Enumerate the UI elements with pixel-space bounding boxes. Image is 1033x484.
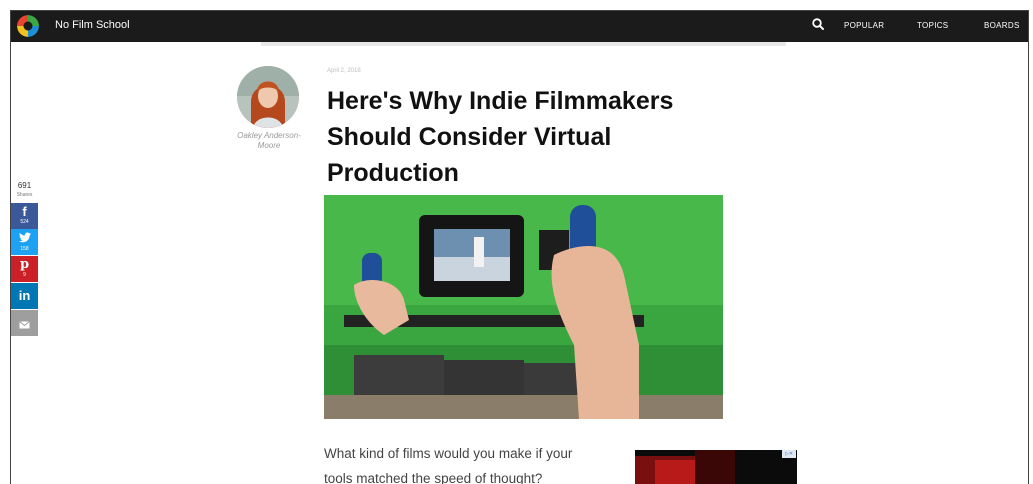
pinterest-share-count: 9	[23, 272, 26, 278]
subheader-strip	[261, 42, 786, 46]
facebook-share-button[interactable]: f 524	[11, 203, 38, 229]
article-body: What kind of films would you make if you…	[324, 441, 624, 484]
article-title: Here's Why Indie Filmmakers Should Consi…	[327, 87, 674, 187]
facebook-icon: f	[22, 204, 27, 219]
twitter-share-count: 158	[20, 246, 29, 252]
linkedin-icon: in	[18, 288, 31, 303]
advertisement[interactable]	[635, 450, 797, 484]
top-navbar: No Film School POPULAR TOPICS BOARDS	[11, 11, 1028, 42]
body-line: tools matched the speed of thought?	[324, 471, 543, 484]
site-logo-icon[interactable]	[17, 15, 39, 37]
twitter-share-button[interactable]: 158	[11, 229, 38, 255]
nav-boards[interactable]: BOARDS	[984, 21, 1020, 30]
adchoices-icon[interactable]: ▷✕	[782, 450, 796, 458]
email-share-button[interactable]	[11, 310, 38, 336]
body-line: What kind of films would you make if you…	[324, 446, 573, 461]
search-icon[interactable]	[811, 17, 825, 31]
browser-viewport: No Film School POPULAR TOPICS BOARDS Oak…	[10, 10, 1029, 484]
twitter-icon	[11, 229, 38, 246]
author-avatar[interactable]	[237, 66, 299, 128]
publish-date: April 2, 2018	[327, 68, 361, 74]
linkedin-share-button[interactable]: in	[11, 283, 38, 309]
pinterest-share-button[interactable]: p 9	[11, 256, 38, 282]
facebook-share-count: 524	[20, 219, 29, 225]
author-name[interactable]: Oakley Anderson-Moore	[229, 131, 309, 151]
site-name[interactable]: No Film School	[55, 19, 130, 31]
share-total-label: Shares	[16, 192, 33, 198]
envelope-icon	[11, 310, 38, 332]
nav-topics[interactable]: TOPICS	[917, 21, 948, 30]
share-total-count: 691	[17, 181, 32, 190]
hero-image	[324, 195, 723, 419]
pinterest-icon: p	[19, 257, 30, 272]
nav-popular[interactable]: POPULAR	[844, 21, 884, 30]
